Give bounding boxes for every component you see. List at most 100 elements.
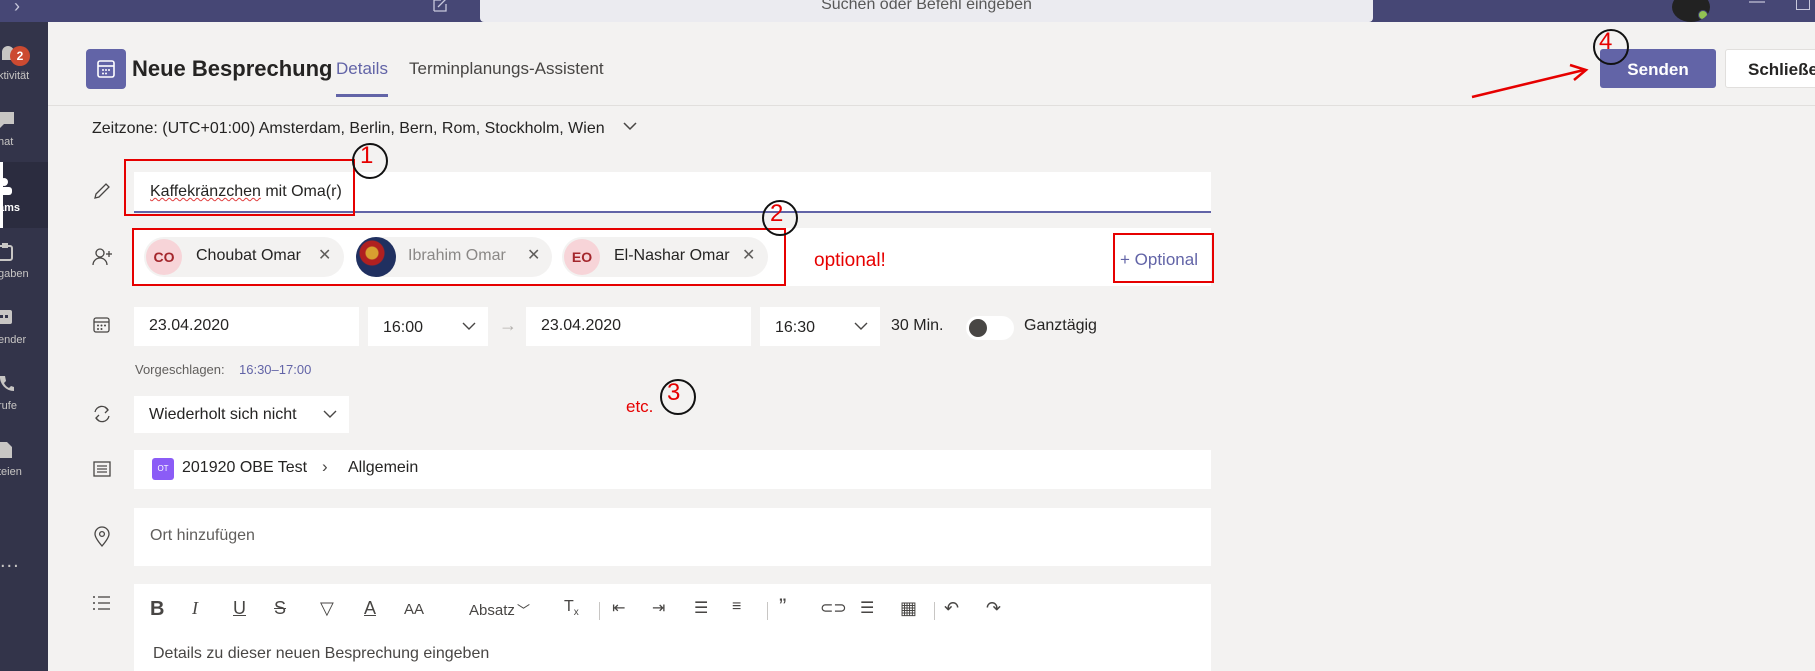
- start-date-input[interactable]: 23.04.2020: [134, 307, 359, 346]
- start-time-select[interactable]: 16:00: [368, 307, 488, 346]
- notification-badge: 2: [10, 46, 30, 66]
- horizontal-rule-icon[interactable]: ☰: [860, 598, 874, 618]
- location-pin-icon: [94, 526, 110, 547]
- details-placeholder: Details zu dieser neuen Besprechung eing…: [153, 645, 490, 662]
- details-editor[interactable]: B I U S ▽ A AA Absatz ﹀ Tx ⇤ ⇥ ☰ ≡ ” ⊂⊃ …: [134, 584, 1211, 671]
- maximize-icon[interactable]: [1796, 0, 1810, 10]
- details-list-icon: [93, 596, 110, 610]
- all-day-toggle[interactable]: [966, 316, 1014, 340]
- location-input[interactable]: Ort hinzufügen: [134, 508, 1211, 566]
- search-input[interactable]: Suchen oder Befehl eingeben: [480, 0, 1373, 22]
- pencil-icon: [94, 183, 110, 199]
- rail-item-chat[interactable]: hat: [0, 96, 48, 162]
- bulleted-list-icon[interactable]: ☰: [694, 598, 708, 618]
- tab-details[interactable]: Details: [336, 59, 388, 97]
- repeat-select[interactable]: Wiederholt sich nicht: [134, 396, 349, 433]
- paragraph-style-dropdown[interactable]: Absatz: [469, 602, 515, 619]
- toggle-knob: [969, 319, 987, 337]
- rail-item-calls[interactable]: rufe: [0, 360, 48, 426]
- quote-icon[interactable]: ”: [779, 594, 786, 620]
- rail-item-label: teien: [0, 466, 22, 478]
- end-time-select[interactable]: 16:30: [760, 307, 880, 346]
- chevron-down-icon: ﹀: [517, 603, 531, 618]
- tab-scheduling-assistant[interactable]: Terminplanungs-Assistent: [409, 59, 604, 79]
- rail-item-files[interactable]: teien: [0, 426, 48, 492]
- divider: [48, 105, 1815, 106]
- font-size-icon[interactable]: AA: [404, 601, 424, 618]
- font-color-icon[interactable]: A: [364, 598, 376, 619]
- rail-item-activity[interactable]: 2 ktivität: [0, 30, 48, 96]
- rail-item-teams[interactable]: ams: [0, 162, 48, 228]
- rail-item-assignments[interactable]: gaben: [0, 228, 48, 294]
- chat-icon: [0, 112, 14, 128]
- annotation-number: 1: [360, 142, 374, 169]
- assignments-icon: [0, 243, 13, 261]
- calendar-icon: [0, 310, 12, 324]
- end-date-input[interactable]: 23.04.2020: [526, 307, 751, 346]
- annotation-number: 2: [770, 200, 784, 227]
- decrease-indent-icon[interactable]: ⇤: [612, 598, 625, 618]
- redo-icon[interactable]: ↷: [986, 598, 1001, 619]
- toolbar-separator: [934, 602, 935, 620]
- suggested-time-link[interactable]: 16:30–17:00: [239, 362, 311, 377]
- channel-name: Allgemein: [348, 459, 419, 476]
- chevron-right-icon[interactable]: ›: [14, 0, 20, 17]
- link-icon[interactable]: ⊂⊃: [820, 598, 847, 618]
- numbered-list-icon[interactable]: ≡: [732, 598, 741, 616]
- add-person-icon: [92, 248, 112, 266]
- undo-icon[interactable]: ↶: [944, 598, 959, 619]
- team-name: 201920 OBE Test: [182, 459, 308, 476]
- annotation-box-optional: [1113, 233, 1214, 283]
- phone-icon: [0, 376, 14, 392]
- end-time-value: 16:30: [775, 319, 816, 336]
- annotation-number: 3: [667, 379, 681, 406]
- annotation-note-etc: etc.: [626, 397, 654, 416]
- bold-icon[interactable]: B: [150, 598, 164, 621]
- rail-item-label: gaben: [0, 268, 29, 280]
- more-apps-icon[interactable]: ...: [0, 550, 20, 573]
- annotation-note-optional: optional!: [814, 250, 886, 271]
- team-icon: OT: [152, 458, 174, 480]
- compose-icon[interactable]: [432, 0, 448, 13]
- rail-item-calendar[interactable]: ender: [0, 294, 48, 360]
- annotation-arrow: [1471, 63, 1589, 99]
- rail-item-label: hat: [0, 136, 14, 148]
- table-icon[interactable]: ▦: [900, 598, 917, 619]
- channel-icon: [93, 461, 111, 477]
- close-button[interactable]: Schließen: [1725, 49, 1815, 88]
- toolbar-separator: [599, 602, 600, 620]
- chevron-down-icon[interactable]: [622, 118, 638, 134]
- highlight-icon[interactable]: ▽: [320, 598, 334, 619]
- rail-item-label: rufe: [0, 400, 17, 412]
- chevron-right-icon: ›: [322, 457, 328, 476]
- rail-item-label: ams: [0, 202, 21, 214]
- italic-icon[interactable]: I: [192, 598, 198, 619]
- arrow-right-icon: →: [499, 315, 517, 335]
- repeat-icon: [94, 405, 110, 423]
- all-day-label: Ganztägig: [1024, 317, 1097, 334]
- chevron-down-icon: [323, 410, 337, 418]
- title-bar: › Suchen oder Befehl eingeben: [0, 0, 1815, 22]
- chevron-down-icon: [462, 322, 476, 330]
- minimize-icon[interactable]: [1748, 0, 1766, 10]
- app-rail: 2 ktivität hat ams gaben ender rufe teie…: [0, 22, 48, 671]
- annotation-box-attendees: [132, 228, 786, 286]
- underline-icon[interactable]: U: [233, 598, 246, 619]
- channel-picker[interactable]: OT 201920 OBE Test › Allgemein: [134, 450, 1211, 489]
- teams-icon: [0, 178, 12, 195]
- annotation-box-title: [124, 159, 355, 216]
- chevron-down-icon: [854, 322, 868, 330]
- repeat-value: Wiederholt sich nicht: [149, 406, 297, 423]
- clear-formatting-icon[interactable]: Tx: [564, 598, 579, 618]
- start-time-value: 16:00: [383, 319, 424, 336]
- increase-indent-icon[interactable]: ⇥: [652, 598, 665, 618]
- rail-item-label: ktivität: [0, 70, 30, 82]
- duration-label: 30 Min.: [891, 317, 944, 334]
- status-available-icon: [1698, 10, 1708, 20]
- user-avatar[interactable]: [1672, 0, 1710, 22]
- strikethrough-icon[interactable]: S: [274, 598, 286, 619]
- meeting-calendar-icon: [86, 49, 126, 89]
- annotation-number: 4: [1599, 28, 1613, 55]
- files-icon: [0, 442, 12, 458]
- timezone-selector[interactable]: Zeitzone: (UTC+01:00) Amsterdam, Berlin,…: [92, 120, 605, 138]
